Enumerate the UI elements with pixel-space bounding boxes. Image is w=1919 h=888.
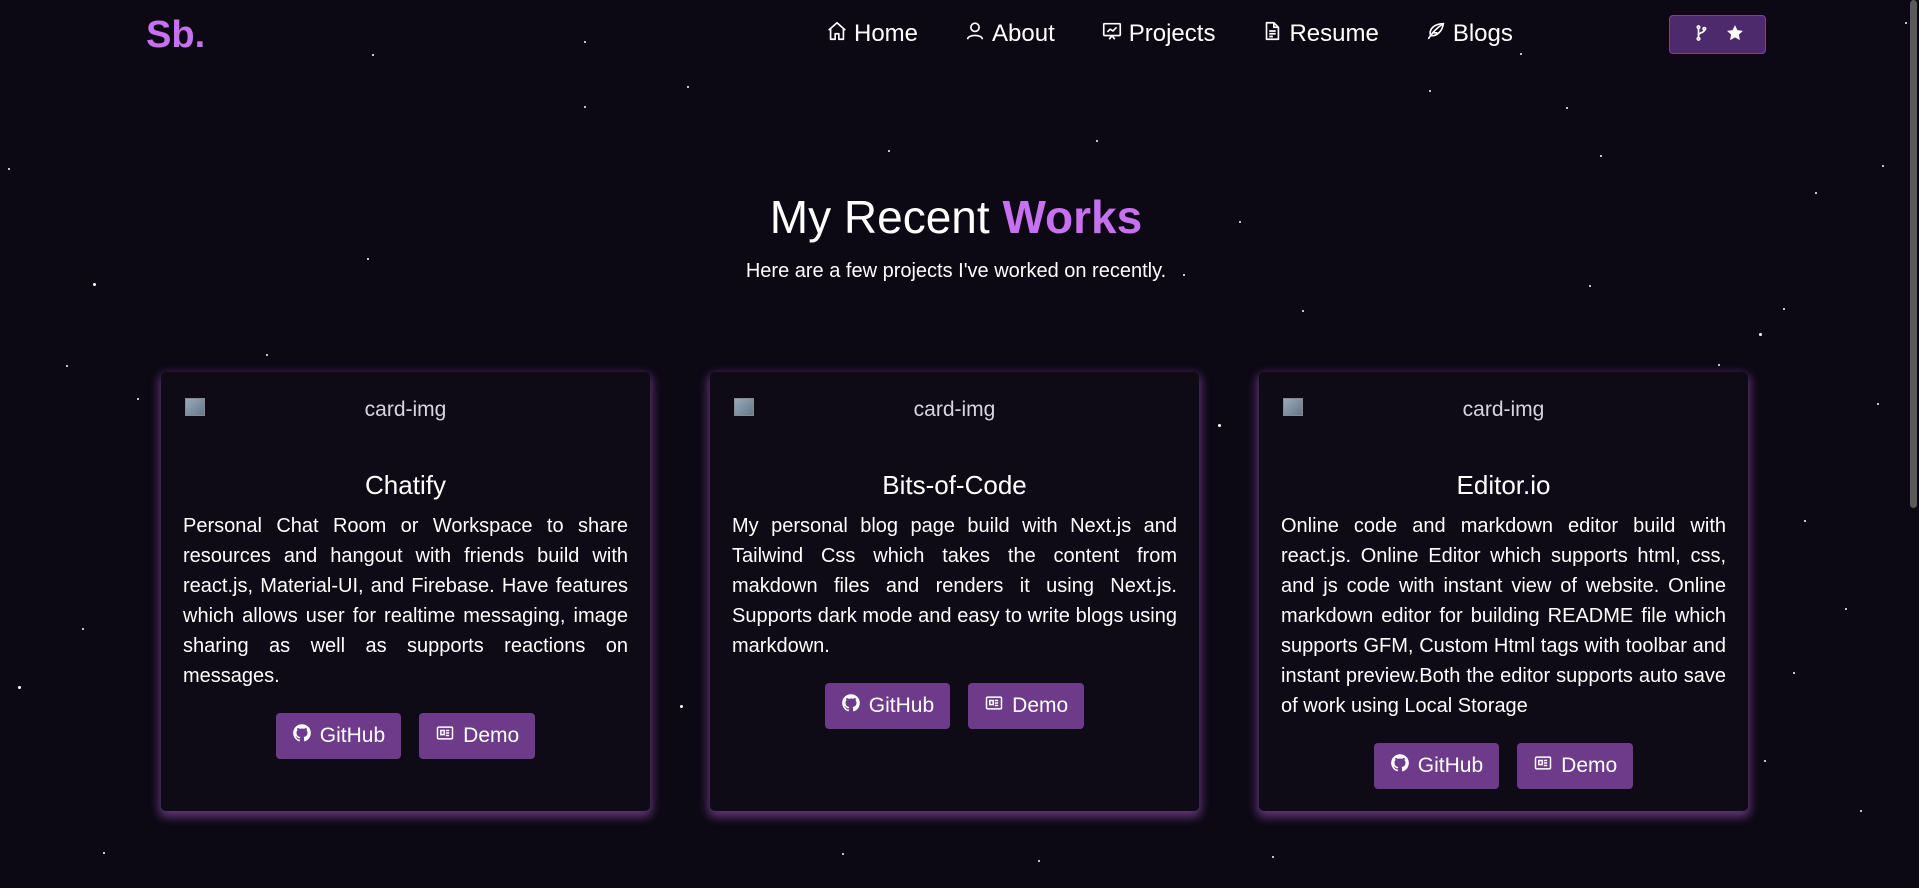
card-actions: GitHub Demo: [183, 713, 628, 759]
logo-text: Sb: [146, 14, 195, 56]
feather-icon: [1425, 20, 1447, 49]
card-description: My personal blog page build with Next.js…: [732, 515, 1177, 657]
github-fork-star-button[interactable]: [1669, 15, 1766, 54]
broken-image-icon: [734, 398, 754, 416]
github-button[interactable]: GitHub: [1373, 743, 1500, 789]
card-description: Personal Chat Room or Workspace to share…: [183, 515, 628, 687]
section-title-accent: Works: [1002, 191, 1143, 243]
nav-item-home[interactable]: Home: [826, 16, 918, 52]
project-cards: card-img Chatify Personal Chat Room or W…: [161, 372, 1748, 811]
nav-item-label: Resume: [1289, 20, 1379, 47]
nav-item-resume[interactable]: Resume: [1261, 16, 1379, 52]
section-title: My Recent Works: [0, 190, 1912, 244]
github-button-label: GitHub: [319, 724, 386, 747]
star-icon: [1725, 23, 1745, 47]
demo-button-label: Demo: [1561, 754, 1618, 777]
demo-button-label: Demo: [1012, 694, 1069, 717]
card-image: card-img: [732, 398, 1177, 434]
nav-item-label: Projects: [1128, 20, 1216, 47]
nav-item-blogs[interactable]: Blogs: [1425, 16, 1513, 52]
section-title-plain: My Recent: [769, 191, 1003, 243]
nav-item-about[interactable]: About: [964, 16, 1055, 52]
site-logo[interactable]: Sb.: [146, 14, 205, 57]
demo-button[interactable]: Demo: [968, 683, 1085, 729]
github-button[interactable]: GitHub: [275, 713, 402, 759]
project-card-bits-of-code: card-img Bits-of-Code My personal blog p…: [710, 372, 1199, 811]
user-icon: [964, 20, 986, 49]
card-image: card-img: [183, 398, 628, 434]
card-actions: GitHub Demo: [1281, 743, 1726, 789]
card-image: card-img: [1281, 398, 1726, 434]
demo-button[interactable]: Demo: [1517, 743, 1634, 789]
project-card-editor-io: card-img Editor.io Online code and markd…: [1259, 372, 1748, 811]
card-image-alt: card-img: [913, 398, 996, 421]
project-card-chatify: card-img Chatify Personal Chat Room or W…: [161, 372, 650, 811]
page-scrollbar[interactable]: [1910, 0, 1917, 508]
nav-item-label: About: [992, 20, 1055, 47]
section-subtitle: Here are a few projects I've worked on r…: [745, 260, 1167, 282]
document-icon: [1261, 20, 1283, 49]
navbar: Sb. Home About Projects Resume Blogs: [0, 0, 1919, 70]
github-icon: [841, 693, 861, 719]
logo-dot: .: [194, 14, 206, 56]
demo-button-label: Demo: [463, 724, 520, 747]
nav-links: Home About Projects Resume Blogs: [826, 16, 1559, 52]
nav-item-projects[interactable]: Projects: [1101, 16, 1216, 52]
github-button-label: GitHub: [1417, 754, 1484, 777]
broken-image-icon: [185, 398, 205, 416]
github-icon: [1390, 753, 1410, 779]
nav-item-label: Home: [854, 20, 919, 47]
github-button-label: GitHub: [868, 694, 935, 717]
nav-item-label: Blogs: [1452, 20, 1513, 47]
demo-button[interactable]: Demo: [419, 713, 536, 759]
card-title: Chatify: [365, 470, 446, 500]
git-fork-icon: [1691, 23, 1711, 47]
github-icon: [292, 723, 312, 749]
card-image-alt: card-img: [1462, 398, 1545, 421]
card-title: Editor.io: [1456, 470, 1551, 500]
demo-icon: [984, 693, 1004, 719]
card-actions: GitHub Demo: [732, 683, 1177, 729]
card-title: Bits-of-Code: [882, 470, 1027, 500]
demo-icon: [435, 723, 455, 749]
home-icon: [826, 20, 848, 49]
card-description: Online code and markdown editor build wi…: [1281, 515, 1726, 717]
card-image-alt: card-img: [364, 398, 447, 421]
demo-icon: [1533, 753, 1553, 779]
github-button[interactable]: GitHub: [824, 683, 951, 729]
broken-image-icon: [1283, 398, 1303, 416]
presentation-icon: [1101, 20, 1123, 49]
